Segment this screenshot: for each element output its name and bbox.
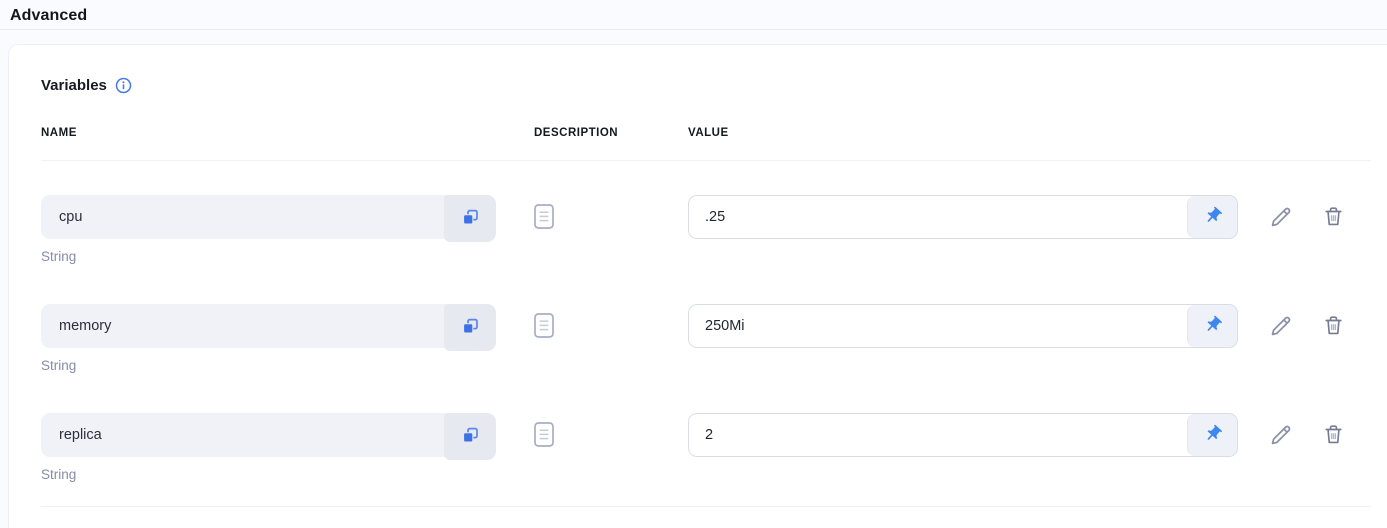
- variables-title-row: Variables: [41, 77, 1387, 94]
- name-cell: String: [41, 195, 496, 264]
- name-field: [41, 304, 496, 348]
- value-cell: [688, 195, 1238, 239]
- copy-button[interactable]: [444, 304, 496, 351]
- table-row: String: [41, 413, 1387, 482]
- value-field: [688, 304, 1238, 348]
- column-header-name: NAME: [41, 127, 534, 139]
- edit-button[interactable]: [1268, 313, 1294, 342]
- name-field: [41, 195, 496, 239]
- variables-panel: Variables NAME DESCRIPTION VALUE String: [8, 44, 1387, 528]
- document-icon: [534, 422, 554, 450]
- copy-icon: [461, 317, 480, 339]
- pin-button[interactable]: [1187, 305, 1237, 347]
- trash-icon: [1321, 313, 1346, 341]
- page-title: Advanced: [10, 7, 87, 24]
- variables-section-title: Variables: [41, 77, 107, 94]
- pencil-icon: [1268, 313, 1294, 342]
- pin-button[interactable]: [1187, 414, 1237, 456]
- copy-button[interactable]: [444, 413, 496, 460]
- description-button[interactable]: [534, 204, 554, 232]
- header-divider: [41, 160, 1371, 161]
- variable-value-input[interactable]: [689, 414, 1187, 456]
- document-icon: [534, 204, 554, 232]
- copy-icon: [461, 208, 480, 230]
- name-cell: String: [41, 413, 496, 482]
- pushpin-icon: [1203, 315, 1223, 338]
- trash-icon: [1321, 204, 1346, 232]
- copy-button[interactable]: [444, 195, 496, 242]
- name-cell: String: [41, 304, 496, 373]
- pencil-icon: [1268, 422, 1294, 451]
- pushpin-icon: [1203, 206, 1223, 229]
- pushpin-icon: [1203, 424, 1223, 447]
- edit-button[interactable]: [1268, 204, 1294, 233]
- name-field: [41, 413, 496, 457]
- description-button[interactable]: [534, 313, 554, 341]
- variable-name-input[interactable]: [41, 195, 496, 239]
- variable-value-input[interactable]: [689, 196, 1187, 238]
- table-column-headers: NAME DESCRIPTION VALUE: [41, 127, 1387, 139]
- bottom-row-divider: [41, 506, 1371, 507]
- variable-value-input[interactable]: [689, 305, 1187, 347]
- variables-rows: String: [41, 195, 1387, 482]
- advanced-section-header: Advanced: [0, 0, 1387, 30]
- delete-button[interactable]: [1321, 422, 1346, 450]
- pin-button[interactable]: [1187, 196, 1237, 238]
- description-cell: [534, 304, 688, 343]
- delete-button[interactable]: [1321, 313, 1346, 341]
- description-cell: [534, 413, 688, 452]
- variable-type-label: String: [41, 358, 496, 373]
- column-header-description: DESCRIPTION: [534, 127, 688, 139]
- variable-name-input[interactable]: [41, 304, 496, 348]
- info-icon[interactable]: [115, 77, 132, 94]
- variable-type-label: String: [41, 467, 496, 482]
- description-button[interactable]: [534, 422, 554, 450]
- value-field: [688, 195, 1238, 239]
- edit-button[interactable]: [1268, 422, 1294, 451]
- column-header-value: VALUE: [688, 127, 1387, 139]
- variable-name-input[interactable]: [41, 413, 496, 457]
- variable-type-label: String: [41, 249, 496, 264]
- value-cell: [688, 304, 1238, 348]
- value-field: [688, 413, 1238, 457]
- table-row: String: [41, 304, 1387, 373]
- trash-icon: [1321, 422, 1346, 450]
- description-cell: [534, 195, 688, 234]
- document-icon: [534, 313, 554, 341]
- value-cell: [688, 413, 1238, 457]
- delete-button[interactable]: [1321, 204, 1346, 232]
- table-row: String: [41, 195, 1387, 264]
- copy-icon: [461, 426, 480, 448]
- pencil-icon: [1268, 204, 1294, 233]
